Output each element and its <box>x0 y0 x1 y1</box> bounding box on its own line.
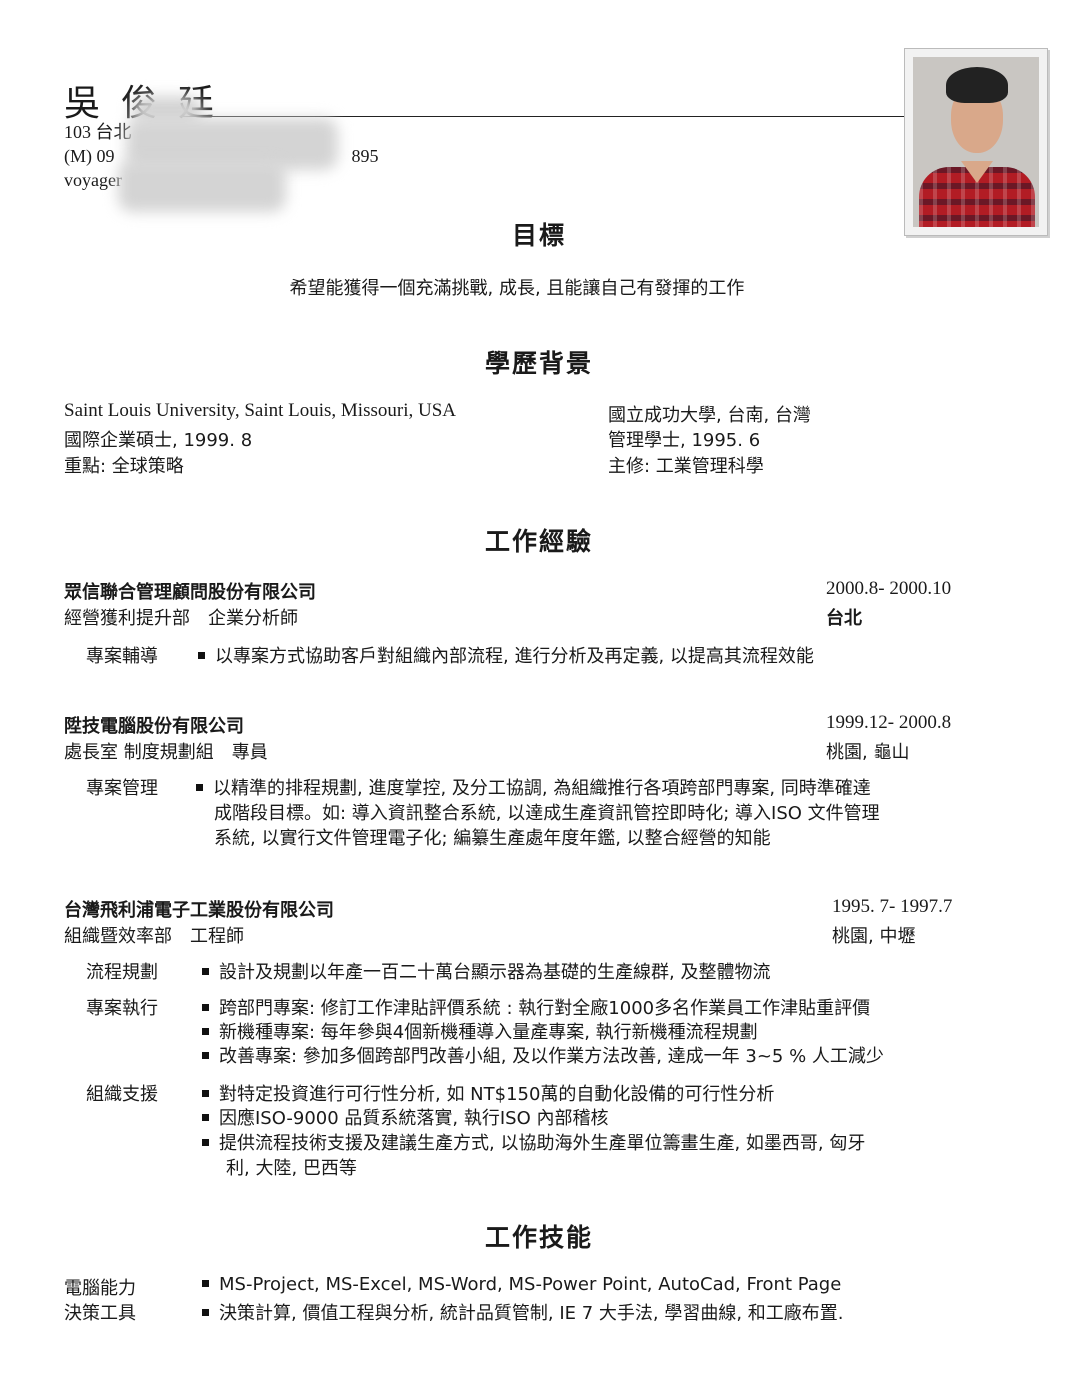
bullet-icon <box>202 1308 209 1316</box>
bullet-continuation: 成階段目標。如: 導入資訊整合系統, 以達成生產資訊管控即時化; 導入ISO 文… <box>214 803 880 824</box>
job-location: 桃園, 龜山 <box>826 742 910 763</box>
group-label: 流程規劃 <box>86 962 158 983</box>
bullet-item: 新機種專案: 每年參與4個新機種導入量產專案, 執行新機種流程規劃 <box>202 1018 758 1044</box>
job-dept: 組織暨效率部 工程師 <box>64 926 244 947</box>
job-location: 桃園, 中壢 <box>832 926 916 947</box>
bullet-icon <box>202 1279 209 1287</box>
skill-item: MS-Project, MS-Excel, MS-Word, MS-Power … <box>202 1274 841 1295</box>
education-left-focus: 重點: 全球策略 <box>64 456 184 477</box>
bullet-item: 以專案方式協助客戶對組織內部流程, 進行分析及再定義, 以提高其流程效能 <box>198 642 814 668</box>
profile-photo <box>904 48 1048 236</box>
bullet-icon <box>196 783 203 791</box>
bullet-icon <box>202 1027 209 1035</box>
education-right-major: 主修: 工業管理科學 <box>608 456 764 477</box>
address-line: 103 台北 <box>64 122 132 142</box>
skill-label: 決策工具 <box>64 1303 136 1324</box>
bullet-icon <box>202 1051 209 1059</box>
skill-item: 決策計算, 價值工程與分析, 統計品質管制, IE 7 大手法, 學習曲線, 和… <box>202 1299 844 1325</box>
bullet-item: 跨部門專案: 修訂工作津貼評價系統 : 執行對全廠1000多名作業員工作津貼重評… <box>202 994 870 1020</box>
bullet-icon <box>202 1003 209 1011</box>
education-right-school: 國立成功大學, 台南, 台灣 <box>608 405 811 426</box>
bullet-item: 改善專案: 參加多個跨部門改善小組, 及以作業方法改善, 達成一年 3~5 % … <box>202 1042 884 1068</box>
group-label: 專案執行 <box>86 998 158 1019</box>
phone-suffix: 895 <box>351 146 379 166</box>
group-label: 組織支援 <box>86 1084 158 1105</box>
bullet-continuation: 利, 大陸, 巴西等 <box>226 1158 357 1179</box>
phone-prefix: (M) 09 <box>64 146 115 166</box>
skill-label: 電腦能力 <box>64 1278 136 1299</box>
redaction-blur <box>118 160 286 212</box>
group-label: 專案輔導 <box>86 646 158 667</box>
job-company: 陞技電腦股份有限公司 <box>64 716 244 737</box>
bullet-icon <box>202 1113 209 1121</box>
objective-heading: 目標 <box>511 221 566 250</box>
job-dept: 經營獲利提升部 企業分析師 <box>64 608 298 629</box>
bullet-icon <box>202 1089 209 1097</box>
email-line: voyager <box>64 170 122 190</box>
bullet-item: 設計及規劃以年產一百二十萬台顯示器為基礎的生產線群, 及整體物流 <box>202 958 770 984</box>
bullet-item: 以精準的排程規劃, 進度掌控, 及分工協調, 為組織推行各項跨部門專案, 同時準… <box>196 774 871 800</box>
bullet-continuation: 系統, 以實行文件管理電子化; 編纂生產處年度年鑑, 以整合經營的知能 <box>214 828 771 849</box>
bullet-icon <box>198 651 205 659</box>
bullet-item: 因應ISO-9000 品質系統落實, 執行ISO 內部稽核 <box>202 1104 609 1130</box>
job-dates: 2000.8- 2000.10 <box>826 578 952 599</box>
bullet-item: 提供流程技術支援及建議生產方式, 以協助海外生產單位籌畫生產, 如墨西哥, 匈牙 <box>202 1129 865 1155</box>
header-rule <box>180 116 904 117</box>
job-company: 台灣飛利浦電子工業股份有限公司 <box>64 900 334 921</box>
bullet-icon <box>202 967 209 975</box>
job-dates: 1995. 7- 1997.7 <box>832 896 953 917</box>
bullet-item: 對特定投資進行可行性分析, 如 NT$150萬的自動化設備的可行性分析 <box>202 1080 774 1106</box>
job-dates: 1999.12- 2000.8 <box>826 712 952 733</box>
education-left-school: Saint Louis University, Saint Louis, Mis… <box>64 400 456 421</box>
experience-heading: 工作經驗 <box>484 527 593 556</box>
bullet-icon <box>202 1138 209 1146</box>
job-company: 眾信聯合管理顧問股份有限公司 <box>64 582 316 603</box>
education-left-degree: 國際企業碩士, 1999. 8 <box>64 430 253 451</box>
job-dept: 處長室 制度規劃組 專員 <box>64 742 268 763</box>
skills-heading: 工作技能 <box>484 1223 593 1252</box>
education-heading: 學歷背景 <box>484 349 593 378</box>
objective-text: 希望能獲得一個充滿挑戰, 成長, 且能讓自己有發揮的工作 <box>289 278 745 299</box>
group-label: 專案管理 <box>86 778 158 799</box>
job-location: 台北 <box>826 608 862 629</box>
education-right-degree: 管理學士, 1995. 6 <box>608 430 761 451</box>
